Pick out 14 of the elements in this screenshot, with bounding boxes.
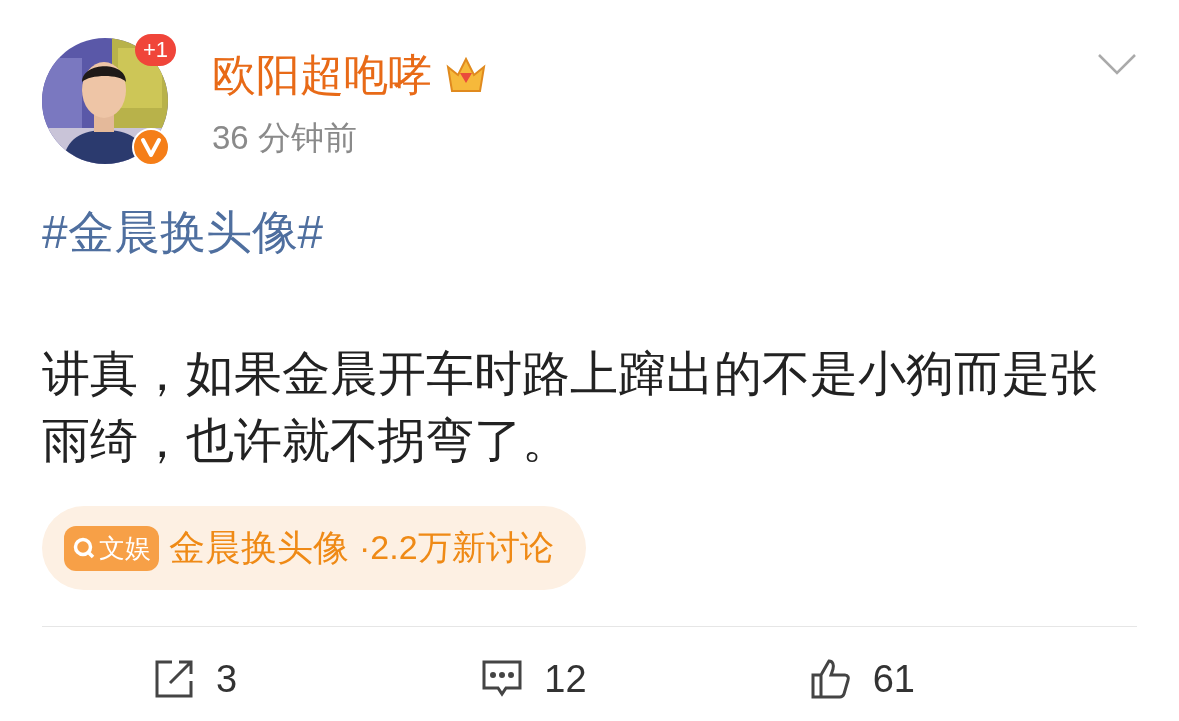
repost-count: 3: [216, 657, 238, 701]
post-text: 讲真，如果金晨开车时路上蹿出的不是小狗而是张雨绮，也许就不拐弯了。: [42, 346, 1099, 469]
crown-icon: [444, 55, 488, 95]
comment-count: 12: [544, 657, 587, 701]
hashtag-link[interactable]: #金晨换头像#: [42, 202, 1137, 262]
author-name[interactable]: 欧阳超咆哮: [212, 45, 432, 105]
topic-name: 金晨换头像: [169, 525, 349, 570]
topic-card[interactable]: 文娱 金晨换头像 ·2.2万新讨论: [42, 506, 586, 590]
category-label: 文娱: [99, 531, 151, 565]
like-count: 61: [872, 657, 915, 701]
topic-stats: ·2.2万新讨论: [359, 527, 554, 568]
post-time: 36 分钟前: [212, 118, 358, 158]
search-icon: [72, 536, 96, 560]
notification-badge: +1: [134, 34, 176, 66]
